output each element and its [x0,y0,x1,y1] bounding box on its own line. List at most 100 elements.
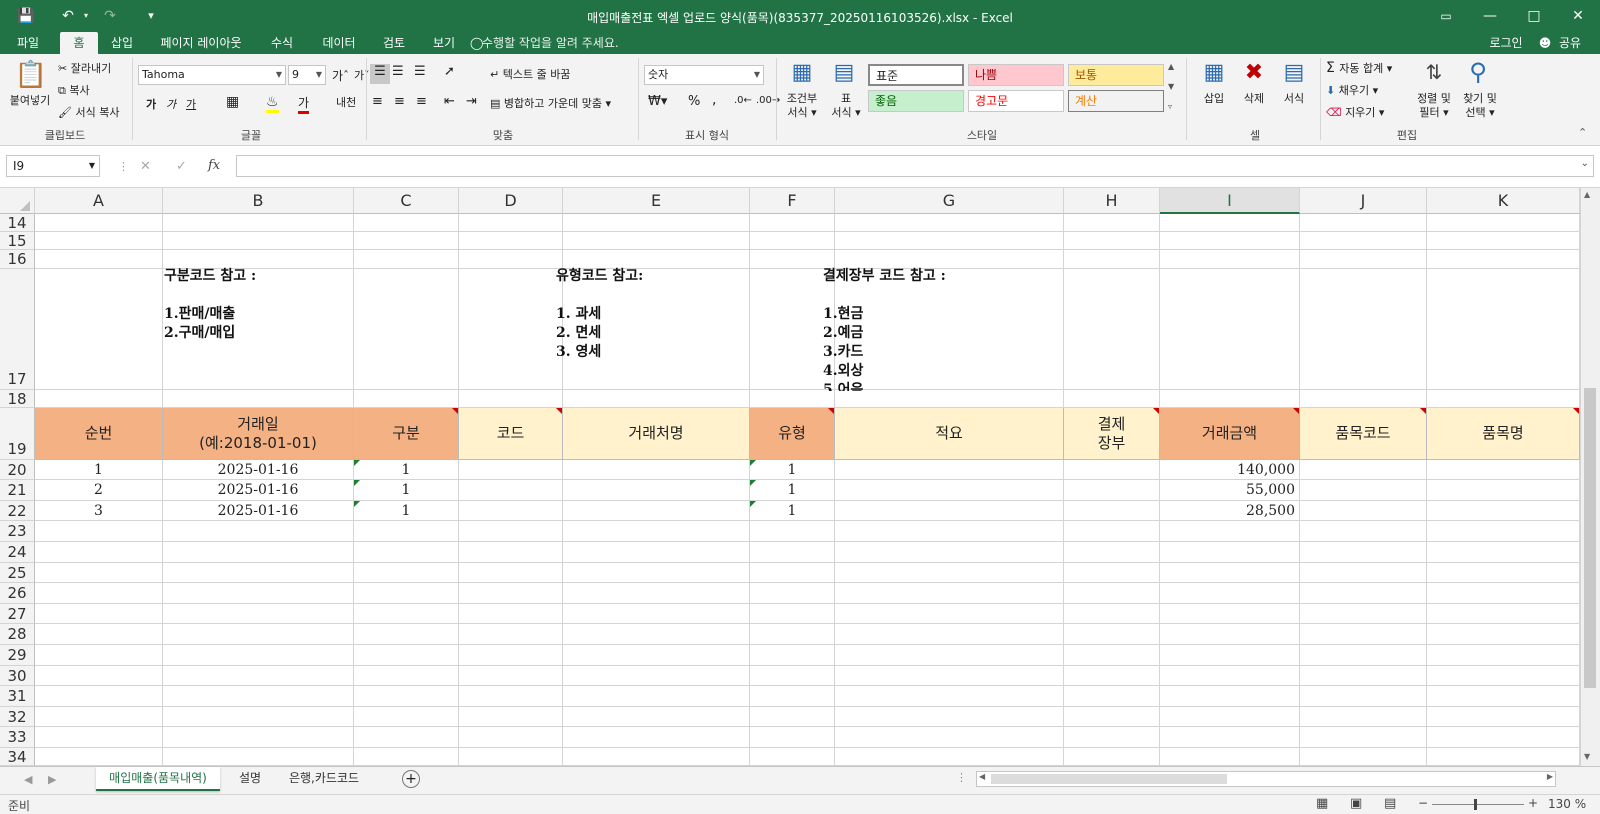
cell[interactable] [563,521,750,542]
table-cell[interactable] [835,460,1064,480]
column-header-g[interactable]: G [835,188,1064,214]
font-size-combo[interactable]: 9 ▼ [288,65,326,85]
cell[interactable] [1064,250,1160,269]
cell[interactable] [35,645,163,666]
cell[interactable] [1064,542,1160,563]
cell[interactable] [35,748,163,766]
increase-decimal-icon[interactable]: .0← [734,95,752,106]
row-header-26[interactable]: 26 [0,583,35,604]
table-header-cell[interactable]: 구분 [354,408,459,460]
table-cell[interactable]: 1 [750,460,835,480]
cell[interactable] [35,542,163,563]
column-header-e[interactable]: E [563,188,750,214]
expand-formula-icon[interactable]: ⌄ [1581,158,1589,169]
cell[interactable] [354,250,459,269]
zoom-out-icon[interactable]: − [1418,796,1428,810]
cell[interactable] [354,521,459,542]
cell[interactable] [35,686,163,707]
cell[interactable] [1300,214,1427,232]
formula-input[interactable]: ⌄ [236,155,1594,177]
cell[interactable] [1160,624,1300,645]
column-header-a[interactable]: A [35,188,163,214]
table-header-cell[interactable]: 결제 장부 [1064,408,1160,460]
cell[interactable] [750,707,835,727]
increase-font-icon[interactable]: 가ˆ [332,67,349,84]
table-cell[interactable]: 2025-01-16 [163,501,354,521]
row-header-31[interactable]: 31 [0,686,35,707]
cell[interactable] [1064,232,1160,250]
column-header-i[interactable]: I [1160,188,1300,214]
table-cell[interactable] [1300,480,1427,501]
cell[interactable] [563,604,750,624]
cell[interactable] [1064,563,1160,583]
cell[interactable] [1160,686,1300,707]
cell[interactable] [1300,521,1427,542]
cell[interactable] [750,748,835,766]
cell[interactable] [1427,624,1580,645]
row-header-23[interactable]: 23 [0,521,35,542]
scroll-down-icon[interactable]: ▼ [1584,752,1590,761]
cell[interactable] [1427,583,1580,604]
table-cell[interactable] [1427,460,1580,480]
row-header-34[interactable]: 34 [0,748,35,766]
table-cell[interactable]: 140,000 [1160,460,1300,480]
cell[interactable] [1064,390,1160,408]
style-calculation[interactable]: 계산 [1068,90,1164,112]
row-header-20[interactable]: 20 [0,460,35,480]
scroll-left-icon[interactable]: ◀ [979,772,985,781]
cell[interactable] [459,269,563,390]
cell[interactable] [1160,727,1300,748]
cell[interactable] [563,748,750,766]
cell[interactable] [459,707,563,727]
cell[interactable] [750,604,835,624]
cell[interactable] [354,686,459,707]
cell[interactable] [563,727,750,748]
cell[interactable] [1160,604,1300,624]
table-cell[interactable]: 2025-01-16 [163,460,354,480]
cell[interactable] [1300,269,1427,390]
horizontal-scrollbar[interactable]: ◀ ▶ [976,771,1556,787]
cell[interactable] [750,727,835,748]
conditional-format-button[interactable]: 조건부 서식 ▾ [780,92,824,120]
cell[interactable] [563,707,750,727]
cell[interactable] [163,390,354,408]
cell[interactable] [750,521,835,542]
style-warning[interactable]: 경고문 [968,90,1064,112]
cell[interactable] [35,250,163,269]
row-header-25[interactable]: 25 [0,563,35,583]
cell[interactable] [163,521,354,542]
sheet-tab-bank-card[interactable]: 은행,카드코드 [278,767,370,791]
cell[interactable] [1300,624,1427,645]
table-cell[interactable]: 1 [354,501,459,521]
decrease-font-icon[interactable]: 가ˇ [354,67,370,83]
cell[interactable] [459,521,563,542]
cell[interactable] [35,624,163,645]
table-header-cell[interactable]: 품목코드 [1300,408,1427,460]
paste-icon[interactable]: 📋 [14,60,48,90]
row-header-27[interactable]: 27 [0,604,35,624]
table-cell[interactable] [1427,501,1580,521]
row-header-32[interactable]: 32 [0,707,35,727]
minimize-icon[interactable]: — [1468,0,1512,32]
cell[interactable] [35,563,163,583]
table-format-button[interactable]: 표 서식 ▾ [826,92,866,120]
ribbon-display-icon[interactable]: ▭ [1424,0,1468,32]
cell[interactable] [35,727,163,748]
cell[interactable] [163,232,354,250]
cell[interactable] [459,583,563,604]
cell[interactable] [459,624,563,645]
close-icon[interactable]: ✕ [1556,0,1600,32]
cell[interactable] [459,232,563,250]
align-left-icon[interactable]: ≡ [372,94,383,109]
cell[interactable] [1064,521,1160,542]
cell[interactable] [835,232,1064,250]
table-cell[interactable] [1300,501,1427,521]
insert-cells-button[interactable]: 삽입 [1196,92,1232,106]
tab-home[interactable]: 홈 [60,32,98,54]
cell[interactable] [163,542,354,563]
cell[interactable] [459,250,563,269]
cell[interactable] [1064,727,1160,748]
normal-view-icon[interactable]: ▦ [1316,796,1328,811]
align-middle-icon[interactable]: ☰ [392,64,404,79]
cell[interactable] [750,583,835,604]
